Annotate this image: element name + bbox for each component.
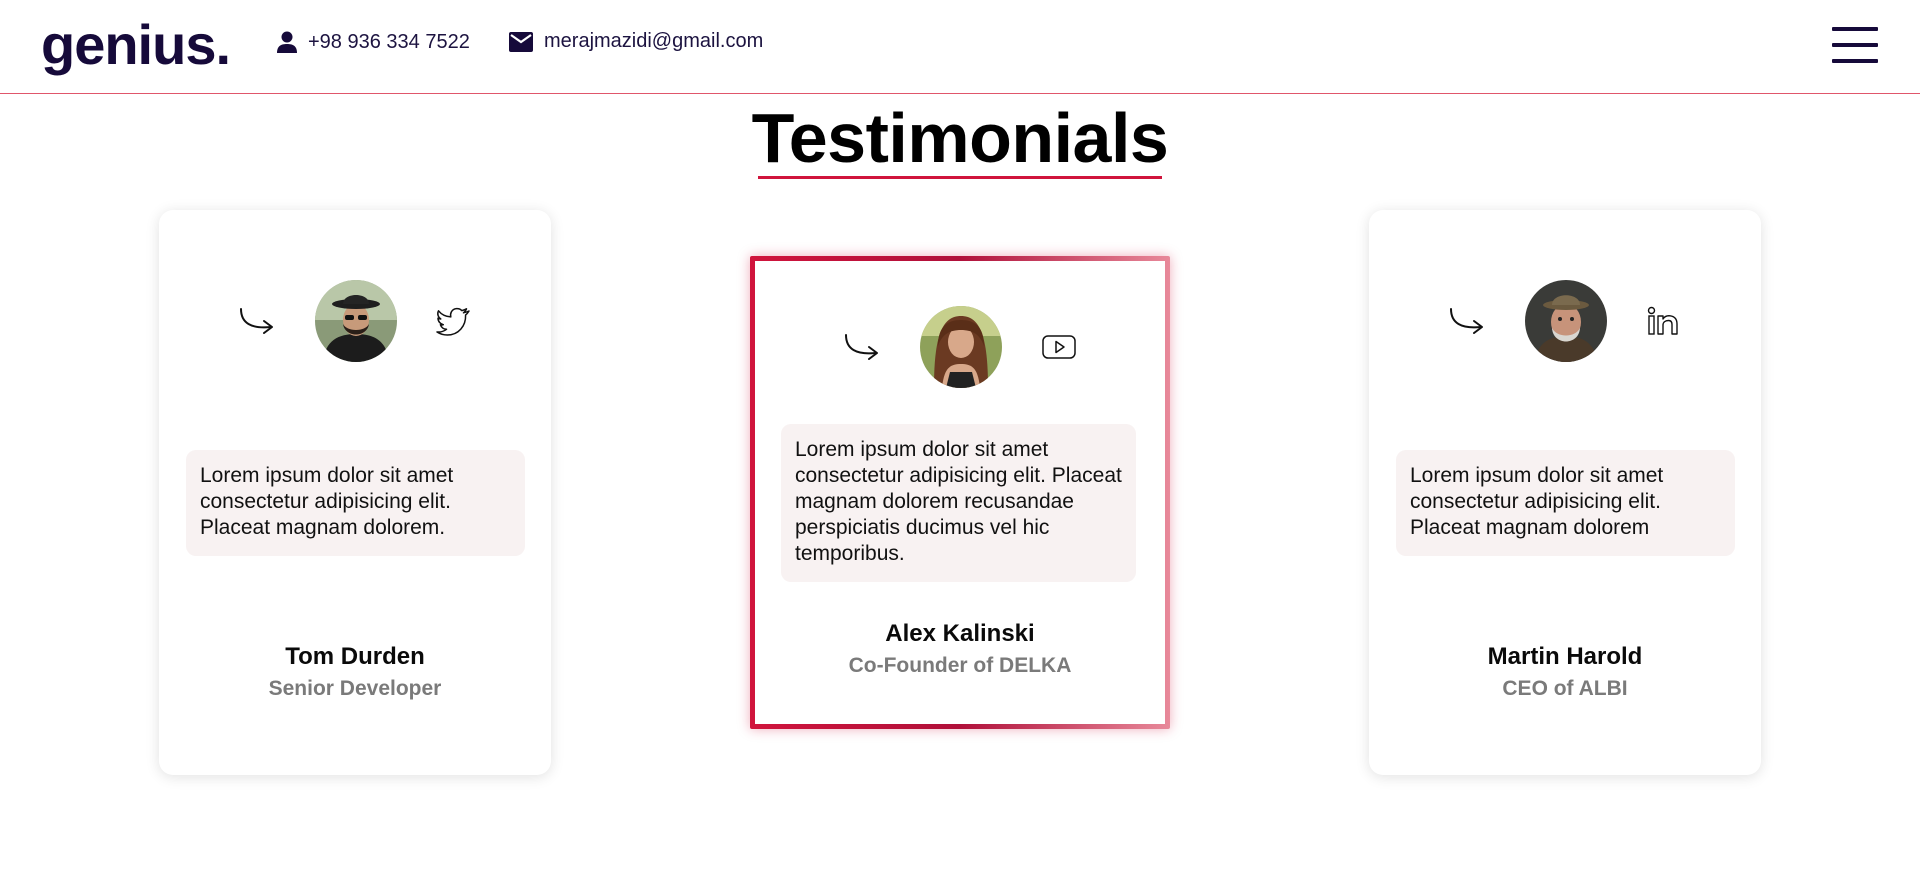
avatar: [920, 306, 1002, 388]
email-address: merajmazidi@gmail.com: [544, 30, 764, 52]
email-contact[interactable]: merajmazidi@gmail.com: [508, 30, 763, 53]
youtube-icon[interactable]: [1040, 328, 1078, 366]
menu-line: [1832, 59, 1878, 63]
section-heading: Testimonials: [0, 98, 1920, 178]
curved-arrow-icon: [845, 334, 878, 360]
title-underline: [758, 176, 1162, 179]
logo[interactable]: genius.: [41, 12, 231, 77]
site-header: genius. +98 936 334 7522 merajmazidi@gma…: [0, 0, 1920, 94]
avatar: [1525, 280, 1607, 362]
menu-line: [1832, 27, 1878, 31]
menu-line: [1832, 43, 1878, 47]
curved-arrow-icon: [1450, 308, 1483, 334]
phone-contact[interactable]: +98 936 334 7522: [276, 30, 470, 54]
person-icon: [277, 31, 297, 53]
avatar: [315, 280, 397, 362]
person-role: Senior Developer: [268, 677, 442, 700]
person-name: Tom Durden: [285, 643, 425, 670]
person-name: Alex Kalinski: [885, 620, 1035, 647]
card-header-row: [1369, 280, 1761, 362]
testimonial-card-highlighted[interactable]: Lorem ipsum dolor sit amet consectetur a…: [750, 256, 1170, 729]
person-name: Martin Harold: [1487, 643, 1643, 670]
testimonial-quote: Lorem ipsum dolor sit amet consectetur a…: [1396, 450, 1735, 556]
hamburger-menu-icon[interactable]: [1832, 27, 1878, 63]
person-info: Martin Harold CEO of ALBI: [1369, 642, 1761, 702]
person-role: CEO of ALBI: [1502, 677, 1628, 700]
phone-number: +98 936 334 7522: [308, 30, 470, 53]
testimonial-card[interactable]: Lorem ipsum dolor sit amet consectetur a…: [1369, 210, 1761, 775]
envelope-icon: [509, 31, 533, 52]
twitter-icon[interactable]: [435, 302, 473, 340]
person-info: Alex Kalinski Co-Founder of DELKA: [755, 619, 1165, 679]
person-role: Co-Founder of DELKA: [848, 654, 1072, 677]
linkedin-icon[interactable]: [1645, 302, 1683, 340]
page-title: Testimonials: [751, 99, 1169, 177]
card-header-row: [755, 306, 1165, 388]
person-info: Tom Durden Senior Developer: [159, 642, 551, 702]
testimonial-quote: Lorem ipsum dolor sit amet consectetur a…: [186, 450, 525, 556]
card-header-row: [159, 280, 551, 362]
testimonial-card[interactable]: Lorem ipsum dolor sit amet consectetur a…: [159, 210, 551, 775]
curved-arrow-icon: [240, 308, 273, 334]
testimonial-quote: Lorem ipsum dolor sit amet consectetur a…: [781, 424, 1136, 582]
